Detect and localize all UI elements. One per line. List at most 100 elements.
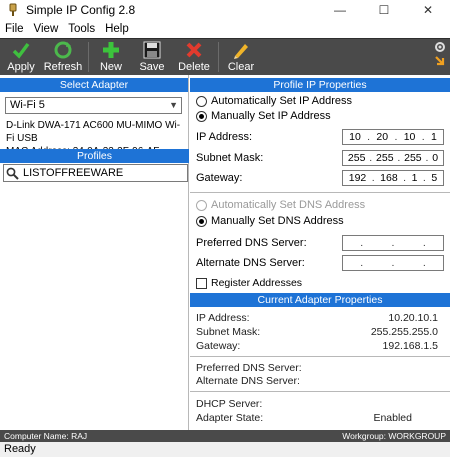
manual-ip-option[interactable]: Manually Set IP Address xyxy=(196,110,331,122)
checkbox-icon xyxy=(196,277,207,289)
current-gateway-value: 192.168.1.5 xyxy=(382,340,438,352)
left-panel: Select Adapter Wi-Fi 5 ▼ D-Link DWA-171 … xyxy=(0,75,189,430)
status-text: Ready xyxy=(4,443,36,455)
pencil-eraser-icon xyxy=(234,44,248,59)
current-subnet-label: Subnet Mask: xyxy=(196,326,261,338)
menu-help[interactable]: Help xyxy=(100,23,134,35)
alternate-dns-input[interactable]: ... xyxy=(342,255,444,271)
subnet-mask-label: Subnet Mask: xyxy=(196,152,264,164)
ip-address-label: IP Address: xyxy=(196,131,253,143)
preferred-dns-label: Preferred DNS Server: xyxy=(196,237,307,249)
ip-octet: 10 xyxy=(349,131,361,143)
radio-selected-icon xyxy=(196,110,207,122)
divider xyxy=(190,391,450,392)
manual-ip-label: Manually Set IP Address xyxy=(211,110,331,122)
clear-label: Clear xyxy=(227,61,255,73)
current-ip-value: 10.20.10.1 xyxy=(388,312,438,324)
gateway-label: Gateway: xyxy=(196,172,243,184)
preferred-dns-input[interactable]: ... xyxy=(342,235,444,251)
chevron-down-icon: ▼ xyxy=(169,100,178,110)
adapter-model: D-Link DWA-171 AC600 MU-MIMO Wi-Fi USB xyxy=(6,120,181,144)
radio-icon xyxy=(196,95,207,107)
profiles-list: LISTOFFREEWARE xyxy=(2,164,188,430)
divider xyxy=(190,192,450,193)
profiles-header: Profiles xyxy=(0,149,189,163)
save-label: Save xyxy=(139,61,165,73)
profile-item-label: LISTOFFREEWARE xyxy=(23,167,124,179)
manual-dns-label: Manually Set DNS Address xyxy=(211,215,344,227)
current-preferred-dns-label: Preferred DNS Server: xyxy=(196,362,302,374)
gateway-input[interactable]: 192. 168. 1. 5 xyxy=(342,170,444,186)
status-bar: Ready xyxy=(0,442,450,457)
menu-bar: File View Tools Help xyxy=(0,20,450,38)
manual-dns-option[interactable]: Manually Set DNS Address xyxy=(196,215,344,227)
new-button[interactable]: New xyxy=(94,39,128,76)
current-gateway-label: Gateway: xyxy=(196,340,241,352)
auto-ip-option[interactable]: Automatically Set IP Address xyxy=(196,95,352,107)
minimize-button[interactable]: — xyxy=(318,0,362,20)
toolbar-separator xyxy=(218,42,219,72)
subnet-octet: 0 xyxy=(432,152,439,164)
menu-view[interactable]: View xyxy=(29,23,64,35)
close-button[interactable]: ✕ xyxy=(406,0,450,20)
gear-icon[interactable] xyxy=(434,41,446,53)
auto-dns-label: Automatically Set DNS Address xyxy=(211,199,366,211)
window-title: Simple IP Config 2.8 xyxy=(26,3,136,17)
apply-label: Apply xyxy=(7,61,35,73)
adapter-state-label: Adapter State: xyxy=(196,412,264,424)
delete-button[interactable]: Delete xyxy=(176,39,212,76)
apply-button[interactable]: Apply xyxy=(2,39,40,76)
ip-address-input[interactable]: 10. 20. 10. 1 xyxy=(342,129,444,145)
subnet-octet: 255 xyxy=(347,152,366,164)
gateway-octet: 168 xyxy=(380,172,398,184)
adapter-select[interactable]: Wi-Fi 5 ▼ xyxy=(5,97,182,114)
dhcp-server-label: DHCP Server: xyxy=(196,398,263,410)
computer-name: Computer Name: RAJ xyxy=(4,431,88,441)
app-icon xyxy=(9,3,17,16)
clear-button[interactable]: Clear xyxy=(224,39,258,76)
register-addresses-label: Register Addresses xyxy=(211,277,303,289)
gateway-octet: 192 xyxy=(348,172,367,184)
radio-selected-icon xyxy=(196,215,207,227)
register-addresses-checkbox[interactable]: Register Addresses xyxy=(196,277,302,289)
refresh-icon xyxy=(54,41,72,59)
divider xyxy=(190,356,450,357)
radio-icon xyxy=(196,199,207,211)
save-button[interactable]: Save xyxy=(134,39,170,76)
current-ip-label: IP Address: xyxy=(196,312,250,324)
new-label: New xyxy=(99,61,122,73)
right-panel: Profile IP Properties Automatically Set … xyxy=(190,75,450,430)
profile-ip-header: Profile IP Properties xyxy=(190,78,450,92)
select-adapter-header: Select Adapter xyxy=(0,78,188,92)
menu-file[interactable]: File xyxy=(0,23,29,35)
adapter-state-value: Enabled xyxy=(373,412,412,424)
subnet-octet: 255 xyxy=(376,152,394,164)
info-status-bar: Computer Name: RAJ Workgroup: WORKGROUP xyxy=(0,430,450,442)
workgroup: Workgroup: WORKGROUP xyxy=(342,431,446,441)
current-adapter-header: Current Adapter Properties xyxy=(190,293,450,307)
subnet-octet: 255 xyxy=(404,152,422,164)
title-bar: Simple IP Config 2.8 — ☐ ✕ xyxy=(0,0,450,20)
arrow-down-right-icon[interactable] xyxy=(434,55,446,67)
alternate-dns-label: Alternate DNS Server: xyxy=(196,257,305,269)
plus-icon xyxy=(103,42,119,58)
menu-tools[interactable]: Tools xyxy=(63,23,100,35)
auto-ip-label: Automatically Set IP Address xyxy=(211,95,353,107)
x-mark-icon xyxy=(186,42,202,58)
gateway-octet: 1 xyxy=(411,172,418,184)
subnet-mask-input[interactable]: 255. 255. 255. 0 xyxy=(342,150,444,166)
delete-label: Delete xyxy=(178,61,210,73)
refresh-label: Refresh xyxy=(43,61,83,73)
auto-dns-option[interactable]: Automatically Set DNS Address xyxy=(196,199,365,211)
gateway-octet: 5 xyxy=(431,172,438,184)
search-icon xyxy=(6,167,19,180)
current-alternate-dns-label: Alternate DNS Server: xyxy=(196,375,300,387)
profile-item[interactable]: LISTOFFREEWARE xyxy=(3,164,188,182)
ip-octet: 20 xyxy=(376,131,389,143)
floppy-disk-icon xyxy=(143,41,161,59)
maximize-button[interactable]: ☐ xyxy=(362,0,406,20)
refresh-button[interactable]: Refresh xyxy=(42,39,84,76)
toolbar: Apply Refresh New Save Delete Clear xyxy=(0,38,450,75)
checkmark-icon xyxy=(12,42,30,59)
ip-octet: 10 xyxy=(403,131,416,143)
